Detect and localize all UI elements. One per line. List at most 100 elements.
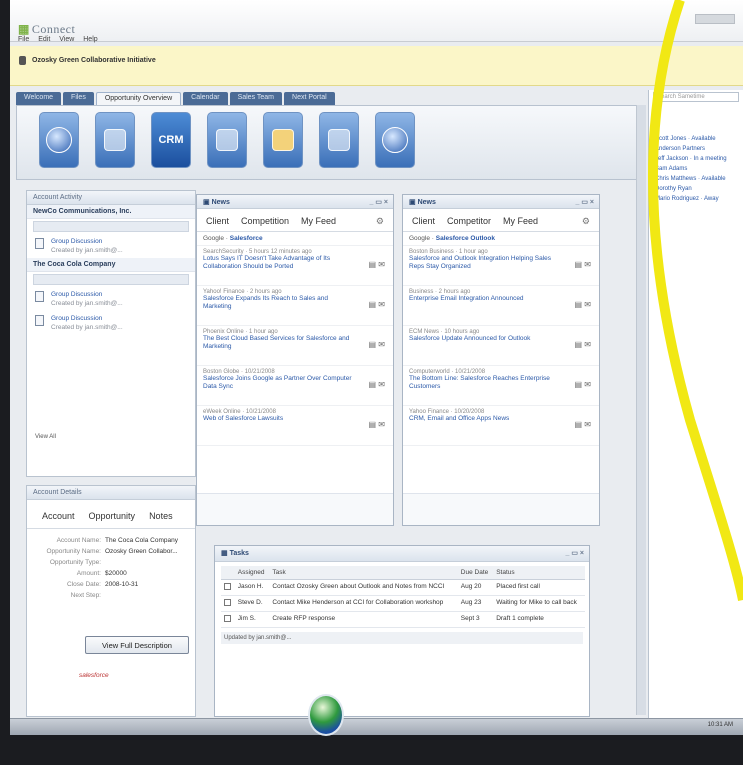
news-headline[interactable]: The Best Cloud Based Services for Salesf… <box>203 335 357 351</box>
tab-welcome[interactable]: Welcome <box>16 92 62 105</box>
search-input[interactable]: Search Sametime <box>653 92 739 102</box>
cell-assigned: Jason H. <box>234 579 270 596</box>
panel-controls[interactable]: _ ▭ × <box>576 198 594 206</box>
folder-icon[interactable] <box>263 112 303 168</box>
news-headline[interactable]: The Bottom Line: Salesforce Reaches Ente… <box>409 375 563 391</box>
cell-task: Create RFP response <box>269 611 458 628</box>
window-controls[interactable] <box>695 14 735 24</box>
list-item[interactable]: Sam Adams <box>649 164 743 174</box>
list-item[interactable]: Anderson Partners <box>649 144 743 154</box>
row-checkbox[interactable] <box>221 611 235 628</box>
tab-my-feed[interactable]: My Feed <box>500 216 541 227</box>
tab-notes[interactable]: Notes <box>146 510 176 522</box>
tab-account[interactable]: Account <box>39 510 78 522</box>
menu-edit[interactable]: Edit <box>38 36 50 43</box>
list-item[interactable]: Chris Matthews · Available <box>649 174 743 184</box>
list-item[interactable]: Dorothy Ryan <box>649 184 743 194</box>
tab-next-portal[interactable]: Next Portal <box>284 92 335 105</box>
gear-icon[interactable]: ⚙ <box>373 216 387 227</box>
news-headline[interactable]: Salesforce Joins Google as Partner Over … <box>203 375 357 391</box>
crm-icon[interactable]: CRM <box>151 112 191 168</box>
news-item[interactable]: Phoenix Online · 1 hour ago The Best Clou… <box>197 326 393 366</box>
news-headline[interactable]: Salesforce Update Announced for Outlook <box>409 335 563 343</box>
list-item[interactable]: Mario Rodriguez · Away <box>649 194 743 204</box>
news-item[interactable]: eWeek Online · 10/21/2008 Web of Salesfor… <box>197 406 393 446</box>
panel-controls[interactable]: _ ▭ × <box>566 549 584 557</box>
share-icon[interactable]: ▤ ✉ <box>369 420 385 429</box>
news-headline[interactable]: CRM, Email and Office Apps News <box>409 415 563 423</box>
share-icon[interactable]: ▤ ✉ <box>369 380 385 389</box>
news-headline[interactable]: Enterprise Email Integration Announced <box>409 295 563 303</box>
table-row[interactable]: Jason H. Contact Ozosky Green about Outl… <box>221 579 585 596</box>
tab-client[interactable]: Client <box>203 216 232 227</box>
share-icon[interactable]: ▤ ✉ <box>575 420 591 429</box>
group-toolbar[interactable] <box>33 221 189 232</box>
panel-controls[interactable]: _ ▭ × <box>370 198 388 206</box>
start-orb-icon[interactable] <box>308 694 344 736</box>
share-icon[interactable]: ▤ ✉ <box>575 300 591 309</box>
tab-my-feed[interactable]: My Feed <box>298 216 339 227</box>
col-task[interactable]: Task <box>269 566 458 580</box>
news-search[interactable]: Google · Salesforce Outlook <box>403 232 599 246</box>
list-item[interactable]: Scott Jones · Available <box>649 134 743 144</box>
col-status[interactable]: Status <box>493 566 585 580</box>
table-row[interactable]: Steve D. Contact Mike Henderson at CCI f… <box>221 595 585 612</box>
news-headline[interactable]: Web of Salesforce Lawsuits <box>203 415 357 423</box>
tab-competition[interactable]: Competition <box>238 216 292 227</box>
table-row[interactable]: Jim S. Create RFP response Sept 3 Draft … <box>221 611 585 628</box>
tab-sales-team[interactable]: Sales Team <box>229 92 283 105</box>
tab-calendar[interactable]: Calendar <box>183 92 228 105</box>
tab-competitor[interactable]: Competitor <box>444 216 494 227</box>
list-item[interactable]: Group Discussion Created by jan.smith@... <box>27 311 195 335</box>
group-toolbar[interactable] <box>33 274 189 285</box>
field-row: Amount: $20000 <box>27 568 195 579</box>
tab-client[interactable]: Client <box>409 216 438 227</box>
share-icon[interactable]: ▤ ✉ <box>369 260 385 269</box>
form-icon[interactable] <box>207 112 247 168</box>
row-checkbox[interactable] <box>221 595 235 612</box>
col-assigned[interactable]: Assigned <box>234 566 270 580</box>
document-icon[interactable] <box>95 112 135 168</box>
news-item[interactable]: Boston Globe · 10/21/2008 Salesforce Join… <box>197 366 393 406</box>
news-headline[interactable]: Salesforce Expands Its Reach to Sales an… <box>203 295 357 311</box>
list-item[interactable]: Group Discussion Created by jan.smith@... <box>27 234 195 258</box>
tasks-icon: ▦ <box>221 550 230 557</box>
col-due-date[interactable]: Due Date <box>457 566 494 580</box>
view-full-description-button[interactable]: View Full Description <box>85 636 189 654</box>
list-item[interactable]: Group Discussion Created by jan.smith@... <box>27 287 195 311</box>
round-icon[interactable] <box>39 112 79 168</box>
news-item[interactable]: Boston Business · 1 hour ago Salesforce a… <box>403 246 599 286</box>
tab-opportunity[interactable]: Opportunity <box>86 510 139 522</box>
gear-icon[interactable]: ⚙ <box>579 216 593 227</box>
view-all-link[interactable]: View All <box>35 434 56 440</box>
share-icon[interactable]: ▤ ✉ <box>575 380 591 389</box>
share-icon[interactable]: ▤ ✉ <box>369 300 385 309</box>
share-icon[interactable]: ▤ ✉ <box>369 340 385 349</box>
news-headline[interactable]: Lotus Says IT Doesn't Take Advantage of … <box>203 255 357 271</box>
list-item[interactable]: Jeff Jackson · In a meeting <box>649 154 743 164</box>
news-headline[interactable]: Salesforce and Outlook Integration Helpi… <box>409 255 563 271</box>
share-icon[interactable]: ▤ ✉ <box>575 340 591 349</box>
group-header[interactable]: NewCo Communications, Inc. <box>27 205 195 219</box>
news-item[interactable]: Yahoo! Finance · 2 hours ago Salesforce E… <box>197 286 393 326</box>
cell-assigned: Steve D. <box>234 595 270 612</box>
news-item[interactable]: SearchSecurity · 5 hours 12 minutes ago L… <box>197 246 393 286</box>
group-header[interactable]: The Coca Cola Company <box>27 258 195 272</box>
main-scrollbar[interactable] <box>636 105 646 715</box>
tab-files[interactable]: Files <box>63 92 94 105</box>
menu-view[interactable]: View <box>59 36 74 43</box>
tab-opportunity-overview[interactable]: Opportunity Overview <box>95 92 182 105</box>
news-item[interactable]: Business · 2 hours ago Enterprise Email I… <box>403 286 599 326</box>
menu-file[interactable]: File <box>18 36 29 43</box>
menu-help[interactable]: Help <box>83 36 97 43</box>
news-icon: ▣ <box>409 199 418 206</box>
globe-icon[interactable] <box>375 112 415 168</box>
binder-icon[interactable] <box>319 112 359 168</box>
panel-header: Account Details <box>27 486 195 500</box>
news-search[interactable]: Google · Salesforce <box>197 232 393 246</box>
row-checkbox[interactable] <box>221 579 235 596</box>
share-icon[interactable]: ▤ ✉ <box>575 260 591 269</box>
news-item[interactable]: Yahoo Finance · 10/20/2008 CRM, Email and… <box>403 406 599 446</box>
news-item[interactable]: ECM News · 10 hours ago Salesforce Update… <box>403 326 599 366</box>
news-item[interactable]: Computerworld · 10/21/2008 The Bottom Lin… <box>403 366 599 406</box>
